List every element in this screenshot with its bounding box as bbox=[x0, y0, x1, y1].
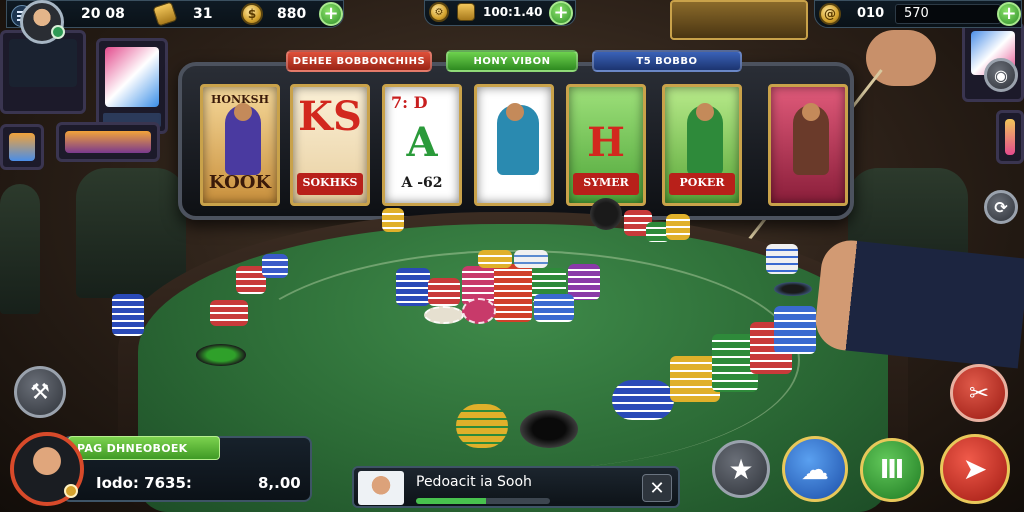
chip-stack[interactable] bbox=[112, 294, 144, 336]
notification-progress-fill bbox=[416, 498, 486, 504]
chip-stack[interactable] bbox=[210, 300, 248, 326]
chip-stack[interactable] bbox=[382, 208, 404, 232]
chat-button[interactable]: ☁ bbox=[782, 436, 848, 502]
refresh-button[interactable]: ⟳ bbox=[984, 190, 1018, 224]
slot-reel-6: POKER bbox=[662, 84, 742, 206]
chip-stack[interactable] bbox=[456, 404, 508, 448]
chip-stack[interactable] bbox=[494, 264, 532, 322]
reel-bottom-text: KOOK bbox=[208, 172, 272, 193]
reel-top-text: 7: D bbox=[391, 93, 428, 112]
top-hud-center: ⚙ 100:1.40 + bbox=[424, 0, 576, 26]
reel-bottom-text: A ‑62 bbox=[401, 175, 443, 191]
slot-reel-3: 7: D A A ‑62 bbox=[382, 84, 462, 206]
top-hud-right: @ 010 570 + bbox=[814, 0, 1022, 28]
slot-reel-1: HONKSH KOOK bbox=[200, 84, 280, 206]
table-cup bbox=[196, 344, 246, 366]
background-terminal bbox=[56, 122, 160, 162]
chips-count: 31 bbox=[193, 6, 213, 22]
notification-bar: Pedoacit ia Sooh ✕ bbox=[352, 466, 680, 508]
add-button[interactable]: + bbox=[549, 1, 573, 25]
close-button[interactable]: ✕ bbox=[642, 474, 672, 502]
chip-stack[interactable] bbox=[428, 278, 460, 306]
player-avatar[interactable] bbox=[10, 432, 84, 506]
chip-stack[interactable] bbox=[478, 250, 512, 268]
table-cup bbox=[774, 282, 812, 296]
reel-figure bbox=[687, 103, 723, 175]
slot-tab-2[interactable]: HONY VIBON bbox=[446, 50, 578, 72]
tools-button[interactable]: ✂ bbox=[950, 364, 1008, 422]
table-cup bbox=[520, 410, 578, 448]
reel-bottom-text: POKER bbox=[669, 173, 735, 195]
gear-coin-icon: ⚙ bbox=[429, 2, 449, 22]
slot-reel-5: H SYMER bbox=[566, 84, 646, 206]
chip-stack[interactable] bbox=[396, 268, 430, 306]
background-chair bbox=[0, 184, 40, 314]
pause-button[interactable]: Ⅲ bbox=[860, 438, 924, 502]
star-button[interactable]: ★ bbox=[712, 440, 770, 498]
slot-reel-7 bbox=[768, 84, 848, 206]
chip-stack[interactable] bbox=[534, 294, 574, 322]
player-name: PAG DHNEOBOEK bbox=[68, 436, 220, 460]
chip-stack[interactable] bbox=[262, 254, 288, 278]
right-label: 010 bbox=[857, 6, 885, 21]
gold-badge-icon bbox=[64, 484, 78, 498]
money-display: 570 bbox=[895, 4, 1001, 24]
player-label: Iodo: 7635: bbox=[96, 474, 192, 492]
level-text: 20 08 bbox=[81, 6, 125, 22]
add-coins-button[interactable]: + bbox=[319, 2, 343, 26]
background-terminal bbox=[996, 110, 1024, 164]
play-next-button[interactable]: ➤ bbox=[940, 434, 1010, 504]
chip-stack[interactable] bbox=[666, 214, 690, 240]
background-sign bbox=[670, 0, 808, 40]
chip-stack[interactable] bbox=[774, 306, 816, 354]
hammer-button[interactable]: ⚒ bbox=[14, 366, 66, 418]
online-badge-icon bbox=[51, 25, 65, 39]
reel-big-symbol: H bbox=[587, 119, 625, 166]
chip-stack[interactable] bbox=[514, 250, 548, 268]
chips-icon bbox=[152, 1, 178, 27]
coin-icon: $ bbox=[241, 3, 263, 25]
background-chair bbox=[76, 168, 186, 298]
add-money-button[interactable]: + bbox=[997, 2, 1021, 26]
reel-bottom-text: SYMER bbox=[573, 173, 639, 195]
chip-stack[interactable] bbox=[568, 264, 600, 300]
reel-figure bbox=[793, 103, 829, 175]
reel-big-symbol: A bbox=[406, 119, 438, 166]
slot-reel-4 bbox=[474, 84, 554, 206]
spiral-coin-icon: @ bbox=[819, 3, 841, 25]
background-terminal bbox=[0, 124, 44, 170]
slot-reel-2: KS SOKHKS bbox=[290, 84, 370, 206]
reel-figure bbox=[497, 103, 539, 175]
chips-icon bbox=[457, 3, 475, 21]
reel-bottom-text: SOKHKS bbox=[297, 173, 363, 195]
notification-avatar bbox=[358, 471, 404, 505]
slot-tab-3[interactable]: T5 BOBBO bbox=[592, 50, 742, 72]
reel-bottom-text bbox=[481, 173, 547, 195]
coins-count: 880 bbox=[277, 6, 307, 22]
player-hand bbox=[812, 237, 1024, 369]
notification-text: Pedoacit ia Sooh bbox=[416, 474, 532, 490]
chip[interactable] bbox=[462, 298, 496, 324]
center-value: 100:1.40 bbox=[483, 5, 543, 19]
top-avatar[interactable] bbox=[20, 0, 65, 44]
chip-stack[interactable] bbox=[612, 380, 674, 420]
background-slot-machine bbox=[96, 38, 168, 134]
chip-stack[interactable] bbox=[766, 244, 798, 274]
player-amount: 8,.00 bbox=[258, 474, 301, 492]
table-cup bbox=[590, 198, 622, 230]
slot-tab-1[interactable]: DEHEE BOBBONCHIHS bbox=[286, 50, 432, 72]
reel-figure bbox=[225, 103, 261, 175]
notification-progress bbox=[416, 498, 550, 504]
reel-big-symbol: KS bbox=[298, 93, 362, 140]
chip[interactable] bbox=[424, 306, 464, 324]
camera-button[interactable]: ◉ bbox=[984, 58, 1018, 92]
